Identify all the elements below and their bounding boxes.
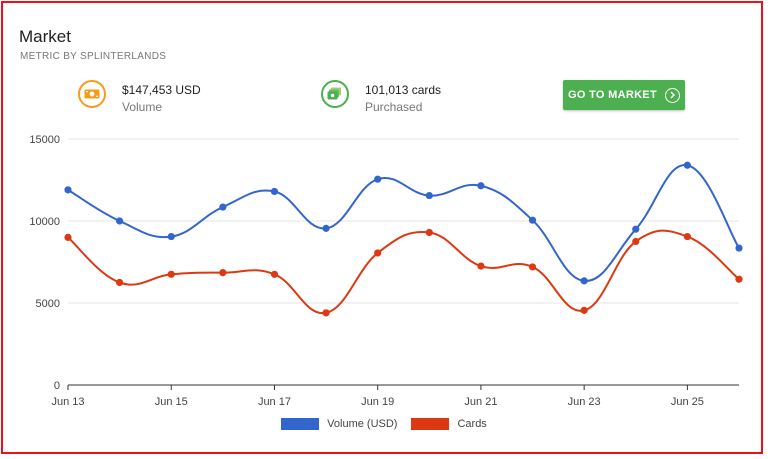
data-point-cards [270,270,279,278]
data-point-volume [322,224,330,232]
data-point-cards [632,237,640,246]
legend-swatch-cards [411,418,450,430]
y-tick-label: 0 [54,380,60,392]
data-point-volume [632,225,640,233]
legend-item-volume[interactable]: Volume (USD) [281,418,397,430]
chart-legend: Volume (USD) Cards [0,418,768,430]
x-tick-label: Jun 13 [51,396,84,408]
data-point-volume [374,175,382,183]
legend-swatch-volume [281,418,320,430]
x-tick-label: Jun 23 [568,396,601,408]
line-chart: 15000 10000 5000 0 Jun 13 Jun 15 Jun 17 Jun 19 J… [29,134,743,408]
data-point-cards [580,306,588,314]
y-tick-label: 5000 [36,298,60,310]
data-point-cards [167,270,175,278]
legend-label-volume: Volume (USD) [327,418,398,430]
y-tick-label: 10000 [29,216,60,228]
data-point-volume [683,161,691,169]
x-tick-label: Jun 17 [258,396,291,408]
x-tick-label: Jun 21 [464,396,497,408]
data-point-cards [64,233,72,241]
series-line-volume [67,164,740,282]
data-point-cards [735,275,743,283]
data-point-volume [270,187,279,196]
legend-label-cards: Cards [457,418,487,430]
data-point-cards [425,228,433,237]
y-tick-label: 15000 [29,134,60,146]
data-point-volume [735,244,743,252]
data-point-volume [64,186,72,194]
data-point-cards [374,249,382,257]
data-point-volume [580,277,588,285]
data-point-volume [116,217,124,225]
legend-item-cards[interactable]: Cards [411,418,487,430]
x-tick-label: Jun 25 [671,396,704,408]
data-point-volume [477,182,485,190]
x-tick-label: Jun 15 [155,396,188,408]
data-point-volume [528,216,537,224]
data-point-cards [683,232,691,241]
data-point-cards [219,269,227,277]
data-point-cards [477,262,485,270]
data-point-volume [219,203,227,211]
data-point-cards [322,309,330,317]
data-point-cards [528,263,537,271]
data-point-volume [167,232,175,241]
x-tick-label: Jun 19 [361,396,394,408]
data-point-volume [425,191,433,200]
data-point-cards [116,278,124,287]
